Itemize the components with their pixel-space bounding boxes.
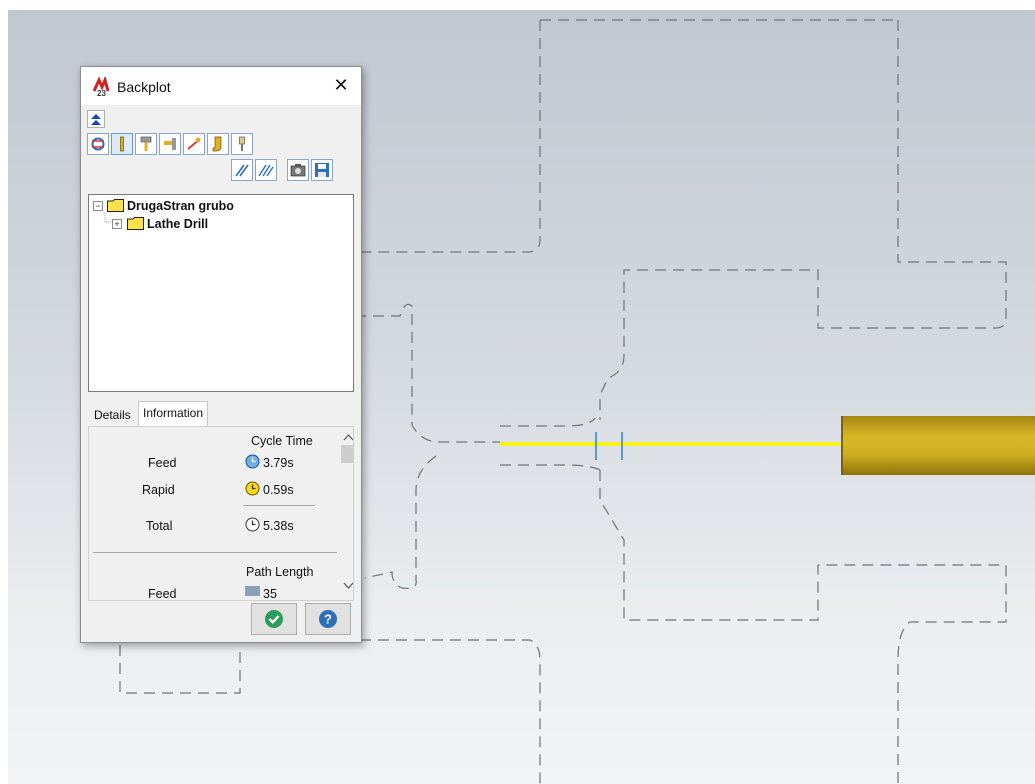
rapid-clock-icon bbox=[245, 481, 260, 496]
info-scrollbar[interactable] bbox=[340, 429, 353, 595]
save-button[interactable] bbox=[311, 159, 333, 181]
feed-cycle-time: 3.79s bbox=[263, 456, 294, 470]
svg-text:23: 23 bbox=[97, 89, 106, 97]
backplot-dialog: 23 Backplot ✕ − DrugaStran grubo + Lathe… bbox=[80, 66, 362, 643]
dynamic-toolpath-icon bbox=[235, 164, 249, 177]
mastercam-logo-icon: 23 bbox=[93, 77, 110, 97]
tab-information[interactable]: Information bbox=[138, 401, 209, 427]
stock-button[interactable] bbox=[207, 133, 229, 155]
ok-button[interactable] bbox=[251, 603, 297, 635]
feed-path-length: 35 bbox=[263, 587, 277, 601]
tab-details[interactable]: Details bbox=[90, 405, 135, 425]
tree-root-label[interactable]: DrugaStran grubo bbox=[127, 199, 234, 213]
total-clock-icon bbox=[245, 517, 260, 532]
material-button[interactable] bbox=[231, 133, 253, 155]
refresh-button[interactable] bbox=[87, 133, 109, 155]
information-panel: Cycle Time Feed 3.79s Rapid 0.59s Total … bbox=[88, 426, 354, 601]
cycle-time-header: Cycle Time bbox=[251, 434, 313, 448]
all-toolpath-button[interactable] bbox=[255, 159, 277, 181]
operation-tree[interactable]: − DrugaStran grubo + Lathe Drill bbox=[88, 194, 354, 392]
rapid-cycle-time: 0.59s bbox=[263, 483, 294, 497]
tool-icon bbox=[120, 136, 124, 152]
folder-icon bbox=[107, 199, 124, 212]
double-chevron-up-icon bbox=[91, 114, 101, 125]
scrollbar-graphics bbox=[341, 434, 353, 589]
all-toolpath-icon bbox=[258, 164, 274, 177]
help-icon: ? bbox=[319, 610, 337, 628]
total-cycle-time: 5.38s bbox=[263, 519, 294, 533]
scroll-up-icon bbox=[343, 434, 353, 441]
tool-holder-icon bbox=[164, 138, 176, 150]
feed-clock-icon bbox=[245, 454, 260, 469]
total-label: Total bbox=[146, 519, 173, 533]
material-icon bbox=[239, 136, 245, 151]
toolpath-icon bbox=[187, 138, 201, 150]
screenshot-icon bbox=[290, 164, 306, 177]
stock-icon bbox=[212, 136, 222, 152]
tree-child-label[interactable]: Lathe Drill bbox=[147, 217, 208, 231]
left-border bbox=[0, 0, 8, 784]
scroll-thumb bbox=[341, 445, 353, 463]
folder-icon bbox=[127, 217, 144, 230]
feed-length-icon bbox=[245, 586, 260, 596]
collapse-toolbar-button[interactable] bbox=[87, 110, 105, 128]
svg-text:?: ? bbox=[324, 612, 332, 627]
checkmark-icon bbox=[265, 610, 283, 628]
rapid-label: Rapid bbox=[142, 483, 175, 497]
feed-label: Feed bbox=[148, 456, 177, 470]
tool-holder-button[interactable] bbox=[159, 133, 181, 155]
holder-button[interactable] bbox=[135, 133, 157, 155]
section-separator bbox=[93, 552, 337, 553]
screenshot-button[interactable] bbox=[287, 159, 309, 181]
toolpath-button[interactable] bbox=[183, 133, 205, 155]
help-button[interactable]: ? bbox=[305, 603, 351, 635]
total-separator bbox=[243, 505, 315, 506]
dialog-titlebar[interactable]: 23 Backplot ✕ bbox=[81, 67, 361, 105]
refresh-icon bbox=[91, 137, 105, 151]
holder-icon bbox=[140, 136, 152, 151]
tool-button[interactable] bbox=[111, 133, 133, 155]
feed-path-label: Feed bbox=[148, 587, 177, 601]
dialog-title: Backplot bbox=[117, 79, 171, 95]
drill-tool bbox=[842, 416, 1035, 475]
child-expand-toggle[interactable]: + bbox=[112, 219, 122, 229]
root-collapse-toggle[interactable]: − bbox=[93, 201, 103, 211]
save-icon bbox=[315, 163, 329, 177]
dynamic-toolpath-button[interactable] bbox=[231, 159, 253, 181]
path-length-header: Path Length bbox=[246, 565, 314, 579]
close-button[interactable]: ✕ bbox=[329, 73, 353, 97]
scroll-down-icon bbox=[343, 582, 353, 589]
top-border bbox=[0, 0, 1035, 10]
